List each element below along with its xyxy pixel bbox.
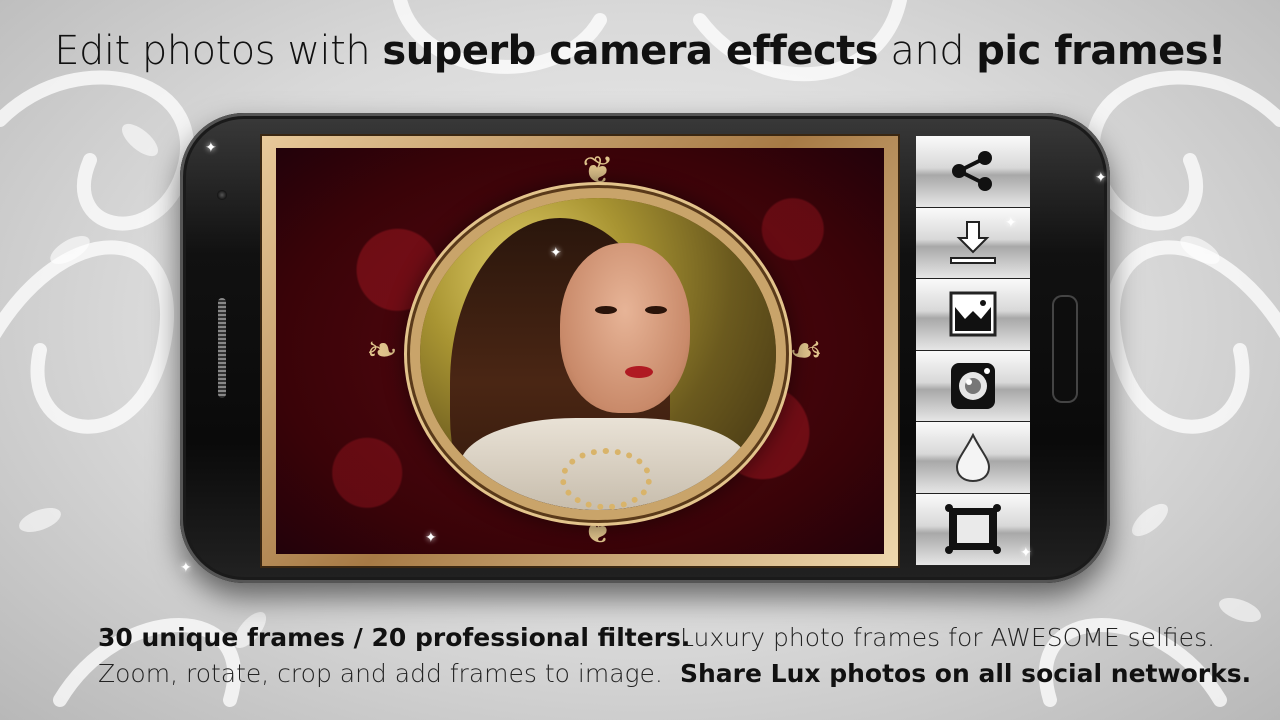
photo-lips [625, 366, 653, 378]
frame-ornament-top: ❦ [582, 148, 614, 192]
adjust-button[interactable] [916, 422, 1030, 494]
home-button[interactable] [1052, 295, 1078, 403]
frame-ornament-right: ☙ [788, 328, 824, 372]
feature-text-left: 30 unique frames / 20 professional filte… [98, 620, 690, 692]
feature-luxury-frames: Luxury photo frames for AWESOME selfies. [680, 623, 1216, 652]
sparkle: ✦ [180, 560, 192, 576]
sparkle: ✦ [1005, 215, 1017, 231]
frame-ornament-left: ❧ [366, 328, 398, 372]
feature-frames-filters: 30 unique frames / 20 professional filte… [98, 623, 691, 652]
share-button[interactable] [916, 136, 1030, 208]
sparkle: ✦ [550, 245, 562, 261]
phone-speaker [218, 298, 226, 398]
editor-toolbar [916, 136, 1030, 566]
camera-effect-button[interactable] [916, 350, 1030, 423]
headline-part-1: Edit photos with [54, 28, 383, 74]
frame-button[interactable] [916, 493, 1030, 566]
headline-part-3: and [878, 28, 977, 74]
headline-part-4: pic frames! [976, 28, 1226, 74]
promo-headline: Edit photos with superb camera effects a… [0, 28, 1280, 74]
feature-share: Share Lux photos on all social networks. [680, 659, 1252, 688]
frame-ornament-bottom: ❦ [582, 508, 614, 552]
download-icon [950, 220, 996, 264]
sparkle: ✦ [1020, 545, 1032, 561]
camera-effect-icon [951, 363, 995, 410]
sparkle: ✦ [1095, 170, 1107, 186]
filter-button[interactable] [916, 279, 1030, 351]
filter-icon [949, 291, 997, 337]
feature-text-right: Luxury photo frames for AWESOME selfies.… [680, 620, 1251, 692]
feature-edit-tools: Zoom, rotate, crop and add frames to ima… [98, 659, 663, 688]
photo-face [560, 243, 690, 413]
front-camera [217, 190, 227, 200]
sparkle: ✦ [425, 530, 437, 546]
sparkle: ✦ [205, 140, 217, 156]
frame-icon [945, 504, 1001, 555]
photo-eye-right [645, 306, 667, 314]
photo-necklace [560, 448, 652, 510]
share-icon [952, 151, 992, 192]
photo-eye-left [595, 306, 617, 314]
headline-part-2: superb camera effects [382, 28, 879, 74]
drop-icon [955, 432, 991, 482]
portrait-photo [420, 198, 776, 510]
